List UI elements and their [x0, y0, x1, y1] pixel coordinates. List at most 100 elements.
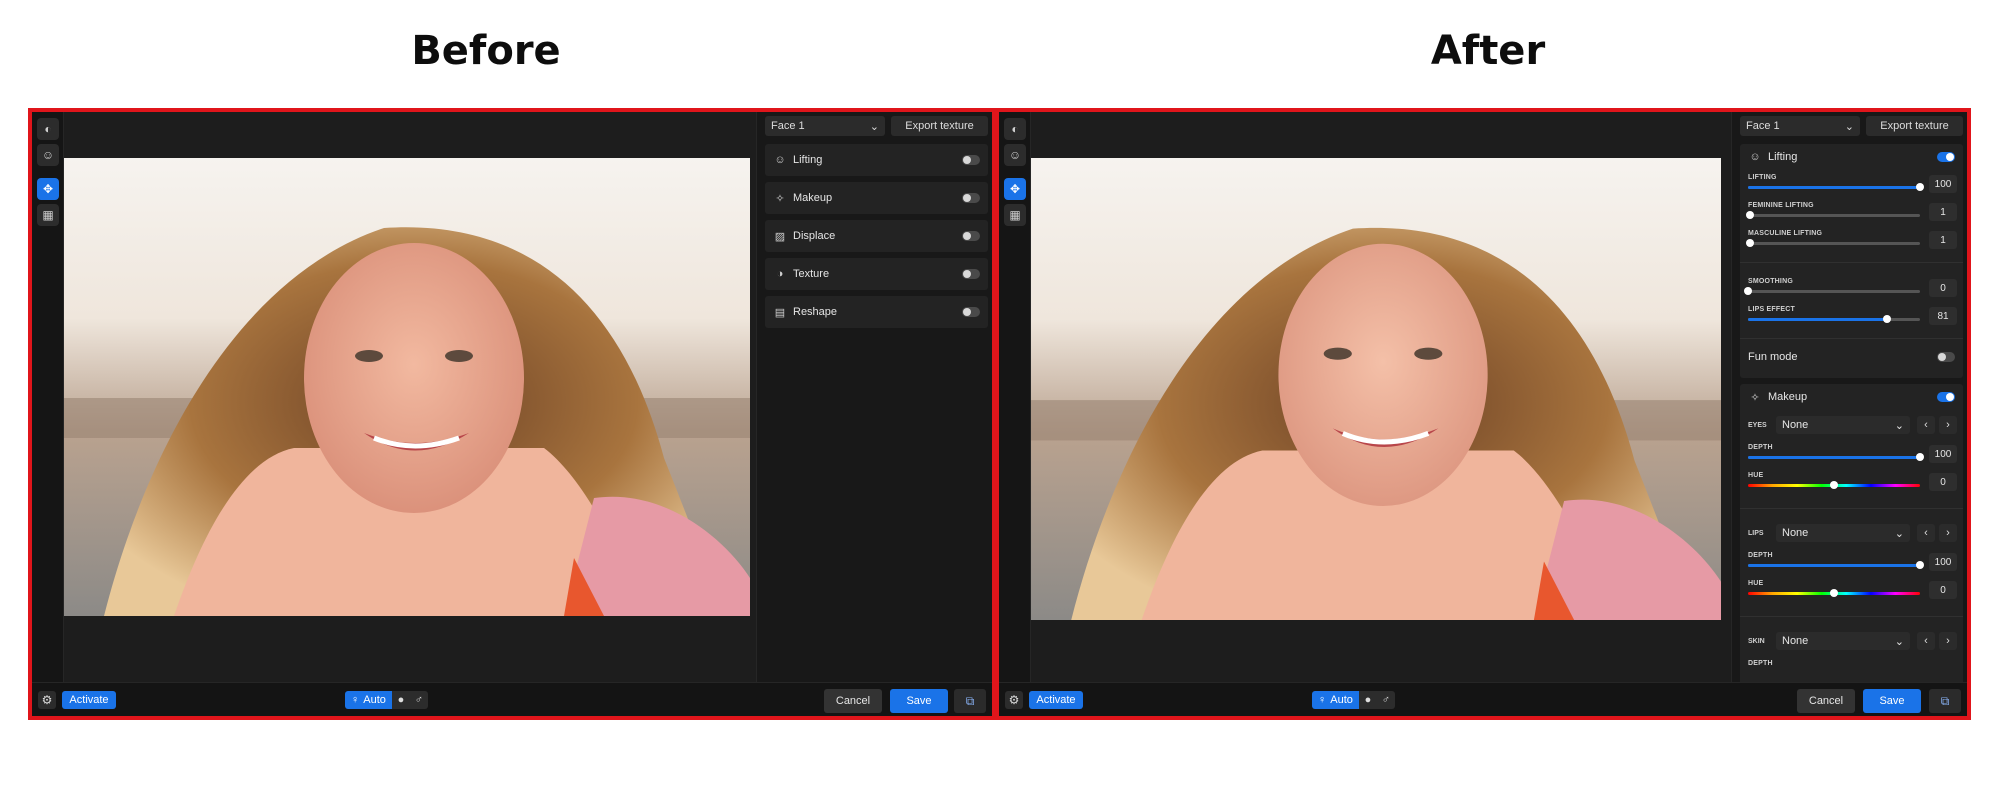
slider-knob[interactable]	[1745, 239, 1754, 247]
contrast-tool-icon[interactable]: ◐	[1004, 118, 1026, 140]
face-select[interactable]: Face 1 ⌄	[1740, 116, 1860, 136]
select-value: None	[1782, 419, 1809, 431]
next-icon[interactable]: ›	[1939, 632, 1957, 650]
divider	[1740, 508, 1963, 509]
save-as-icon[interactable]: ⧉	[954, 689, 986, 713]
grid-tool-icon[interactable]: ▦	[37, 204, 59, 226]
slider-value-input[interactable]: 1	[1929, 231, 1957, 249]
export-texture-button[interactable]: Export texture	[891, 116, 988, 136]
feature-texture[interactable]: ◑ Texture	[765, 258, 988, 290]
user-icon[interactable]: ●	[1358, 691, 1377, 709]
slider-value-input[interactable]: 81	[1929, 307, 1957, 325]
skin-depth-slider-row: DEPTH	[1748, 660, 1957, 670]
user-icon[interactable]: ●	[391, 691, 410, 709]
lips-depth-slider[interactable]	[1748, 561, 1924, 569]
masculine-lifting-slider[interactable]	[1745, 239, 1920, 247]
portrait-photo-retouched	[1031, 158, 1721, 620]
next-icon[interactable]: ›	[1939, 416, 1957, 434]
eyes-hue-slider-row: HUE 0	[1748, 472, 1957, 496]
eyes-style-select[interactable]: None ⌄	[1776, 416, 1910, 434]
feature-makeup[interactable]: ✧ Makeup	[765, 182, 988, 214]
save-as-icon[interactable]: ⧉	[1929, 689, 1961, 713]
move-tool-icon[interactable]: ✥	[37, 178, 59, 200]
contrast-tool-icon[interactable]: ◐	[37, 118, 59, 140]
makeup-toggle[interactable]	[1937, 392, 1955, 402]
previous-icon[interactable]: ‹	[1917, 632, 1935, 650]
effects-panel: Face 1 ⌄ Export texture ☺ Lifting ✧ Make…	[756, 112, 992, 682]
skin-style-select[interactable]: None ⌄	[1776, 632, 1910, 650]
grid-tool-icon[interactable]: ▦	[1004, 204, 1026, 226]
editor-window: ◐ ☺ ✥ ▦ Face 1 ⌄ Export texture ☺ Liftin…	[999, 112, 1967, 716]
previous-icon[interactable]: ‹	[1917, 416, 1935, 434]
slider-label: HUE	[1748, 580, 1764, 587]
slider-value-input[interactable]: 100	[1929, 553, 1957, 571]
gear-icon[interactable]: ⚙	[38, 691, 56, 709]
save-button[interactable]: Save	[890, 689, 948, 713]
slider-knob[interactable]	[1916, 453, 1924, 461]
activate-button[interactable]: Activate	[1029, 691, 1083, 709]
slider-knob[interactable]	[1883, 315, 1892, 323]
feature-reshape[interactable]: ▤ Reshape	[765, 296, 988, 328]
face-select-value: Face 1	[771, 120, 805, 132]
lifting-header[interactable]: ☺ Lifting	[1740, 144, 1963, 170]
face-tool-icon[interactable]: ☺	[1004, 144, 1026, 166]
slider-knob[interactable]	[1916, 183, 1924, 191]
smoothing-slider[interactable]	[1744, 287, 1920, 295]
displace-toggle[interactable]	[962, 231, 980, 241]
texture-toggle[interactable]	[962, 269, 980, 279]
lips-hue-slider[interactable]	[1748, 589, 1920, 597]
cancel-button[interactable]: Cancel	[824, 689, 882, 713]
effects-panel: Face 1 ⌄ Export texture ☺ Lifting LIFTIN…	[1731, 112, 1967, 686]
chevron-down-icon: ⌄	[1894, 527, 1904, 540]
lips-effect-slider[interactable]	[1748, 315, 1920, 323]
image-canvas[interactable]	[1031, 112, 1731, 682]
image-canvas[interactable]	[64, 112, 756, 682]
auto-mode-button[interactable]: ♀ Auto	[345, 691, 392, 709]
cancel-button[interactable]: Cancel	[1797, 689, 1855, 713]
makeup-icon: ✧	[1750, 391, 1760, 404]
slider-value-input[interactable]: 100	[1929, 175, 1957, 193]
slider-knob[interactable]	[1745, 211, 1754, 219]
lifting-slider[interactable]	[1748, 183, 1924, 191]
slider-knob[interactable]	[1830, 481, 1838, 489]
activate-button[interactable]: Activate	[62, 691, 116, 709]
makeup-toggle[interactable]	[962, 193, 980, 203]
slider-value-input[interactable]: 100	[1929, 445, 1957, 463]
lifting-toggle[interactable]	[1937, 152, 1955, 162]
fun-mode-label: Fun mode	[1748, 351, 1798, 363]
save-button[interactable]: Save	[1863, 689, 1921, 713]
face-select[interactable]: Face 1 ⌄	[765, 116, 885, 136]
eyes-depth-slider[interactable]	[1748, 453, 1924, 461]
next-icon[interactable]: ›	[1939, 524, 1957, 542]
reshape-toggle[interactable]	[962, 307, 980, 317]
previous-icon[interactable]: ‹	[1917, 524, 1935, 542]
face-tool-icon[interactable]: ☺	[37, 144, 59, 166]
displace-icon: ▨	[774, 230, 786, 243]
standing-person-icon[interactable]: ♂	[1376, 691, 1395, 709]
select-label: LIPS	[1748, 530, 1764, 537]
bottom-bar: ⚙ Activate ♀ Auto ● ♂ Cancel Save ⧉	[32, 682, 992, 716]
lips-style-select[interactable]: None ⌄	[1776, 524, 1910, 542]
export-texture-button[interactable]: Export texture	[1866, 116, 1963, 136]
slider-knob[interactable]	[1830, 589, 1838, 597]
auto-mode-button[interactable]: ♀ Auto	[1312, 691, 1359, 709]
feminine-lifting-slider[interactable]	[1745, 211, 1920, 219]
slider-knob[interactable]	[1916, 561, 1924, 569]
gear-icon[interactable]: ⚙	[1005, 691, 1023, 709]
makeup-header[interactable]: ✧ Makeup	[1740, 384, 1963, 410]
standing-person-icon[interactable]: ♂	[409, 691, 428, 709]
feature-displace[interactable]: ▨ Displace	[765, 220, 988, 252]
move-tool-icon[interactable]: ✥	[1004, 178, 1026, 200]
slider-value-input[interactable]: 0	[1929, 473, 1957, 491]
eyes-hue-slider[interactable]	[1748, 481, 1920, 489]
fun-mode-toggle[interactable]	[1937, 352, 1955, 362]
auto-mode-label: Auto	[363, 694, 386, 706]
lifting-toggle[interactable]	[962, 155, 980, 165]
slider-value-input[interactable]: 1	[1929, 203, 1957, 221]
divider	[1740, 616, 1963, 617]
lifting-section: ☺ Lifting LIFTING 100 FEMININE LIFTING 1…	[1740, 144, 1963, 378]
slider-value-input[interactable]: 0	[1929, 581, 1957, 599]
feature-lifting[interactable]: ☺ Lifting	[765, 144, 988, 176]
slider-knob[interactable]	[1744, 287, 1752, 295]
slider-value-input[interactable]: 0	[1929, 279, 1957, 297]
